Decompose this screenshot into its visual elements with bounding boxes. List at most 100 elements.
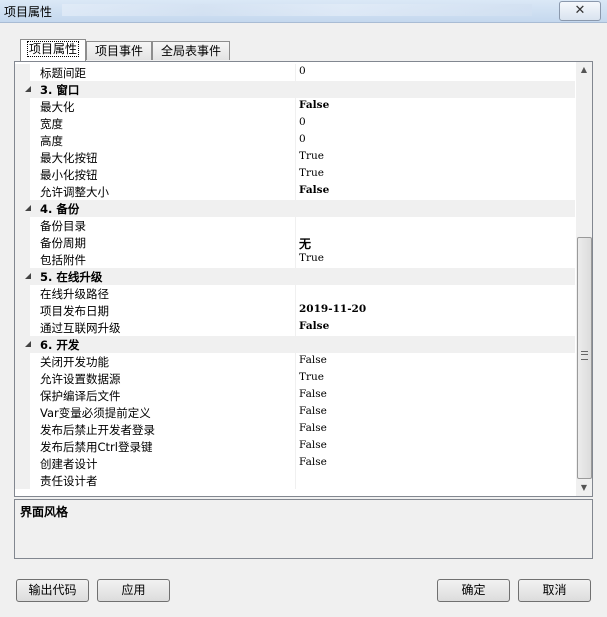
category-label: 5. 在线升级 bbox=[40, 270, 103, 284]
property-name: 通过互联网升级 bbox=[40, 321, 121, 335]
cancel-button[interactable]: 取消 bbox=[518, 579, 591, 602]
property-row[interactable]: 包括附件 True bbox=[15, 251, 575, 268]
column-divider bbox=[295, 438, 296, 455]
property-name: 备份周期 bbox=[40, 236, 86, 250]
property-row[interactable]: 允许设置数据源 True bbox=[15, 370, 575, 387]
property-value[interactable]: 2019-11-20 bbox=[299, 303, 366, 315]
property-name: Var变量必须提前定义 bbox=[40, 406, 151, 420]
property-name: 允许设置数据源 bbox=[40, 372, 121, 386]
property-row[interactable]: 创建者设计 False bbox=[15, 455, 575, 472]
category-row[interactable]: 5. 在线升级 bbox=[15, 268, 575, 285]
property-value[interactable]: False bbox=[299, 439, 327, 451]
property-value[interactable]: 0 bbox=[299, 133, 306, 145]
column-divider bbox=[295, 115, 296, 132]
collapse-icon[interactable] bbox=[25, 341, 31, 347]
row-gutter bbox=[15, 98, 30, 115]
column-divider bbox=[295, 472, 296, 489]
property-value[interactable]: 无 bbox=[299, 235, 311, 252]
property-value[interactable]: 0 bbox=[299, 116, 306, 128]
column-divider bbox=[295, 353, 296, 370]
property-row[interactable]: 责任设计者 bbox=[15, 472, 575, 489]
column-divider bbox=[295, 98, 296, 115]
property-value[interactable]: False bbox=[299, 320, 329, 332]
category-row[interactable]: 3. 窗口 bbox=[15, 81, 575, 98]
column-divider bbox=[295, 166, 296, 183]
property-row[interactable]: 宽度 0 bbox=[15, 115, 575, 132]
collapse-icon[interactable] bbox=[25, 205, 31, 211]
property-row[interactable]: 项目发布日期 2019-11-20 bbox=[15, 302, 575, 319]
category-row[interactable]: 4. 备份 bbox=[15, 200, 575, 217]
tab-project-events[interactable]: 项目事件 bbox=[86, 41, 152, 60]
property-name: 在线升级路径 bbox=[40, 287, 109, 301]
row-gutter bbox=[15, 166, 30, 183]
property-value[interactable]: True bbox=[299, 371, 324, 383]
column-divider bbox=[295, 183, 296, 200]
property-name: 包括附件 bbox=[40, 253, 86, 267]
property-row[interactable]: Var变量必须提前定义 False bbox=[15, 404, 575, 421]
property-row[interactable]: 保护编译后文件 False bbox=[15, 387, 575, 404]
tab-global-table-events[interactable]: 全局表事件 bbox=[152, 41, 230, 60]
arrow-down-icon[interactable]: ▼ bbox=[576, 480, 592, 496]
property-row[interactable]: 在线升级路径 bbox=[15, 285, 575, 302]
column-divider bbox=[295, 285, 296, 302]
row-gutter bbox=[15, 370, 30, 387]
property-value[interactable]: 0 bbox=[299, 65, 306, 77]
property-value[interactable]: False bbox=[299, 354, 327, 366]
row-gutter bbox=[15, 472, 30, 489]
category-row[interactable]: 6. 开发 bbox=[15, 336, 575, 353]
close-icon[interactable]: ✕ bbox=[559, 1, 601, 21]
property-name: 责任设计者 bbox=[40, 474, 98, 488]
apply-button[interactable]: 应用 bbox=[97, 579, 170, 602]
property-grid: 标题间距 0 3. 窗口 最大化 False 宽度 0 高度 0 最大化按钮 True 最小化按钮 Tr… bbox=[15, 62, 575, 496]
property-row[interactable]: 最小化按钮 True bbox=[15, 166, 575, 183]
property-name: 发布后禁止开发者登录 bbox=[40, 423, 155, 437]
property-row[interactable]: 最大化 False bbox=[15, 98, 575, 115]
property-row[interactable]: 最大化按钮 True bbox=[15, 149, 575, 166]
grip-icon bbox=[581, 351, 588, 360]
column-divider bbox=[295, 455, 296, 472]
property-row[interactable]: 高度 0 bbox=[15, 132, 575, 149]
tab-label: 项目属性 bbox=[26, 41, 80, 57]
row-gutter bbox=[15, 353, 30, 370]
row-gutter bbox=[15, 404, 30, 421]
property-row[interactable]: 备份周期 无 bbox=[15, 234, 575, 251]
title-bar: 项目属性 ✕ bbox=[0, 0, 607, 23]
property-value[interactable]: True bbox=[299, 252, 324, 264]
property-row[interactable]: 通过互联网升级 False bbox=[15, 319, 575, 336]
property-value[interactable]: False bbox=[299, 405, 327, 417]
property-value[interactable]: False bbox=[299, 456, 327, 468]
export-code-button[interactable]: 输出代码 bbox=[16, 579, 89, 602]
column-divider bbox=[295, 387, 296, 404]
column-divider bbox=[295, 234, 296, 251]
property-row[interactable]: 标题间距 0 bbox=[15, 64, 575, 81]
row-gutter bbox=[15, 387, 30, 404]
property-value[interactable]: False bbox=[299, 99, 329, 111]
property-value[interactable]: False bbox=[299, 388, 327, 400]
column-divider bbox=[295, 370, 296, 387]
property-row[interactable]: 允许调整大小 False bbox=[15, 183, 575, 200]
column-divider bbox=[295, 404, 296, 421]
arrow-up-icon[interactable]: ▲ bbox=[576, 62, 592, 78]
column-divider bbox=[295, 319, 296, 336]
row-gutter bbox=[15, 285, 30, 302]
property-name: 创建者设计 bbox=[40, 457, 98, 471]
scrollbar-thumb[interactable] bbox=[577, 237, 592, 479]
property-row[interactable]: 关闭开发功能 False bbox=[15, 353, 575, 370]
row-gutter bbox=[15, 234, 30, 251]
row-gutter bbox=[15, 149, 30, 166]
property-value[interactable]: False bbox=[299, 422, 327, 434]
category-label: 3. 窗口 bbox=[40, 83, 80, 97]
property-value[interactable]: True bbox=[299, 150, 324, 162]
tab-project-properties[interactable]: 项目属性 bbox=[20, 39, 86, 61]
property-value[interactable]: False bbox=[299, 184, 329, 196]
ok-button[interactable]: 确定 bbox=[437, 579, 510, 602]
property-row[interactable]: 发布后禁止开发者登录 False bbox=[15, 421, 575, 438]
column-divider bbox=[295, 64, 296, 81]
property-row[interactable]: 备份目录 bbox=[15, 217, 575, 234]
property-value[interactable]: True bbox=[299, 167, 324, 179]
description-box: 界面风格 bbox=[14, 499, 593, 559]
collapse-icon[interactable] bbox=[25, 86, 31, 92]
property-row[interactable]: 发布后禁用Ctrl登录键 False bbox=[15, 438, 575, 455]
vertical-scrollbar[interactable]: ▲ ▼ bbox=[576, 62, 592, 496]
collapse-icon[interactable] bbox=[25, 273, 31, 279]
